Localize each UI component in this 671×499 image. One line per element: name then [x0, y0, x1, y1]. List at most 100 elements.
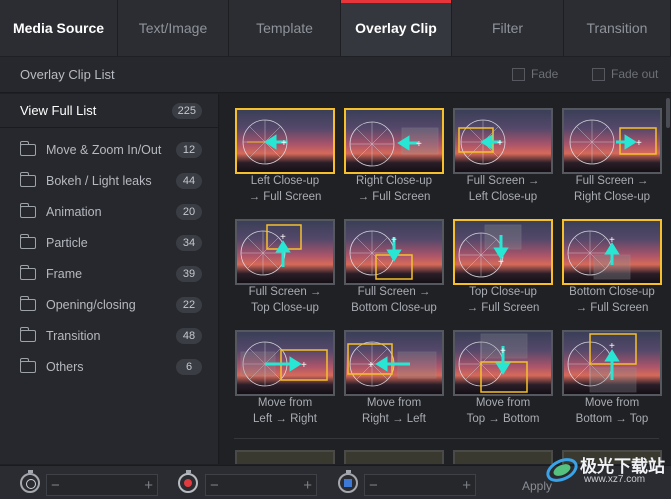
clip-thumbnail: +: [235, 330, 335, 396]
sidebar-item-label: Animation: [46, 204, 102, 219]
clip-move-left-to-right[interactable]: + Move from Left → Right: [235, 330, 335, 430]
clip-thumbnail-partial[interactable]: [453, 450, 553, 464]
grid-scrollbar[interactable]: [665, 94, 671, 464]
clip-right-closeup-to-full[interactable]: + Right Close-up → Full Screen: [344, 108, 444, 208]
count-badge: 12: [176, 141, 202, 158]
count-badge: 225: [171, 102, 202, 119]
clip-caption: Full Screen → Left Close-up: [466, 175, 540, 203]
clip-bottom-closeup-to-full[interactable]: + Bottom Close-up → Full Screen: [562, 219, 662, 319]
duration-stepper-1[interactable]: − +: [46, 474, 158, 496]
stopwatch-record-icon[interactable]: [178, 470, 198, 493]
folder-icon: [20, 326, 36, 342]
tab-bar: Media Source Text/Image Template Overlay…: [0, 0, 671, 56]
clip-caption: Bottom Close-up → Full Screen: [569, 286, 655, 314]
tab-template[interactable]: Template: [229, 0, 341, 56]
minus-button[interactable]: −: [210, 477, 219, 494]
ferris-wheel-icon: +: [349, 121, 439, 167]
clip-thumbnail: +: [344, 330, 444, 396]
sidebar-item-label: Frame: [46, 266, 83, 281]
clip-caption: Right Close-up → Full Screen: [355, 175, 433, 203]
scrollbar-thumb[interactable]: [666, 98, 670, 128]
sidebar-item-others[interactable]: Others 6: [0, 351, 218, 382]
stopwatch-stop-icon[interactable]: [338, 470, 358, 493]
svg-text:+: +: [497, 138, 503, 149]
clip-move-right-to-left[interactable]: + Move from Right → Left: [344, 330, 444, 430]
clip-move-top-to-bottom[interactable]: + Move from Top → Bottom: [453, 330, 553, 430]
count-badge: 44: [176, 172, 202, 189]
list-header: Overlay Clip List Fade Fade out: [0, 57, 671, 93]
list-title: Overlay Clip List: [20, 67, 115, 82]
svg-text:+: +: [391, 235, 397, 246]
ferris-wheel-icon: +: [242, 119, 288, 165]
plus-button[interactable]: +: [303, 477, 312, 494]
clip-move-bottom-to-top[interactable]: + Move from Bottom → Top: [562, 330, 662, 430]
minus-button[interactable]: −: [51, 477, 60, 494]
clip-caption: Full Screen → Right Close-up: [573, 175, 651, 203]
clip-thumbnail: +: [344, 219, 444, 285]
clip-caption: Full Screen → Top Close-up: [248, 286, 322, 314]
ferris-wheel-icon: +: [567, 333, 637, 393]
count-badge: 22: [176, 296, 202, 313]
minus-button[interactable]: −: [369, 477, 378, 494]
clip-thumbnail-partial[interactable]: [235, 450, 335, 464]
stopwatch-icon[interactable]: [20, 470, 40, 493]
clip-caption: Move from Bottom → Top: [575, 397, 649, 425]
sidebar-item-transition[interactable]: Transition 48: [0, 320, 218, 351]
clip-thumbnail: +: [235, 219, 335, 285]
tab-filter[interactable]: Filter: [452, 0, 564, 56]
clip-thumbnail-partial[interactable]: [344, 450, 444, 464]
folder-icon: [20, 357, 36, 373]
ferris-wheel-icon: +: [458, 333, 528, 393]
sidebar-item-frame[interactable]: Frame 39: [0, 258, 218, 289]
ferris-wheel-icon: +: [349, 230, 413, 280]
sidebar-item-bokeh[interactable]: Bokeh / Light leaks 44: [0, 165, 218, 196]
clip-thumbnail: +: [453, 330, 553, 396]
clip-grid: + Left Close-up → Full Screen + Right Clo…: [220, 94, 665, 464]
sidebar-item-particle[interactable]: Particle 34: [0, 227, 218, 258]
fade-out-label: Fade out: [611, 67, 659, 81]
tab-transition[interactable]: Transition: [564, 0, 671, 56]
category-sidebar: View Full List 225 Move & Zoom In/Out 12…: [0, 94, 219, 464]
svg-text:+: +: [609, 341, 615, 352]
fade-in-label: Fade: [531, 67, 559, 81]
clip-thumbnail: +: [344, 108, 444, 174]
count-badge: 20: [176, 203, 202, 220]
ferris-wheel-icon: +: [567, 230, 631, 280]
duration-stepper-3[interactable]: − +: [364, 474, 476, 496]
svg-text:+: +: [609, 235, 615, 246]
clip-left-closeup-to-full[interactable]: + Left Close-up → Full Screen: [235, 108, 335, 208]
clip-caption: Move from Top → Bottom: [466, 397, 540, 425]
sidebar-item-animation[interactable]: Animation 20: [0, 196, 218, 227]
clip-full-to-bottom-closeup[interactable]: + Full Screen → Bottom Close-up: [344, 219, 444, 319]
fade-in-checkbox[interactable]: Fade: [512, 67, 558, 81]
sidebar-item-label: Particle: [46, 235, 88, 250]
tab-text-image[interactable]: Text/Image: [118, 0, 229, 56]
sidebar-item-view-full-list[interactable]: View Full List 225: [0, 94, 218, 128]
clip-full-to-left-closeup[interactable]: + Full Screen → Left Close-up: [453, 108, 553, 208]
watermark-url: www.xz7.com: [584, 474, 646, 485]
plus-button[interactable]: +: [144, 477, 153, 494]
clip-full-to-top-closeup[interactable]: + Full Screen → Top Close-up: [235, 219, 335, 319]
sidebar-item-label: Transition: [46, 328, 101, 343]
svg-text:+: +: [281, 138, 287, 149]
checkbox-box[interactable]: [512, 67, 525, 81]
tab-overlay-clip[interactable]: Overlay Clip: [341, 0, 452, 56]
clip-thumbnail: +: [453, 219, 553, 285]
svg-text:+: +: [416, 139, 422, 150]
clip-caption: Left Close-up → Full Screen: [248, 175, 322, 203]
plus-button[interactable]: +: [462, 477, 471, 494]
sidebar-item-opening-closing[interactable]: Opening/closing 22: [0, 289, 218, 320]
clip-caption: Top Close-up → Full Screen: [466, 286, 540, 314]
checkbox-box[interactable]: [592, 67, 605, 81]
folder-icon: [20, 171, 36, 187]
clip-full-to-right-closeup[interactable]: + Full Screen → Right Close-up: [562, 108, 662, 208]
duration-stepper-2[interactable]: − +: [205, 474, 317, 496]
folder-icon: [20, 264, 36, 280]
clip-top-closeup-to-full[interactable]: + Top Close-up → Full Screen: [453, 219, 553, 319]
sidebar-item-move-zoom[interactable]: Move & Zoom In/Out 12: [0, 134, 218, 165]
clip-caption: Move from Right → Left: [362, 397, 426, 425]
fade-out-checkbox[interactable]: Fade out: [592, 67, 658, 81]
tab-media-source[interactable]: Media Source: [0, 0, 118, 56]
clip-thumbnail: +: [453, 108, 553, 174]
watermark: 极光下载站 www.xz7.com: [544, 446, 668, 492]
